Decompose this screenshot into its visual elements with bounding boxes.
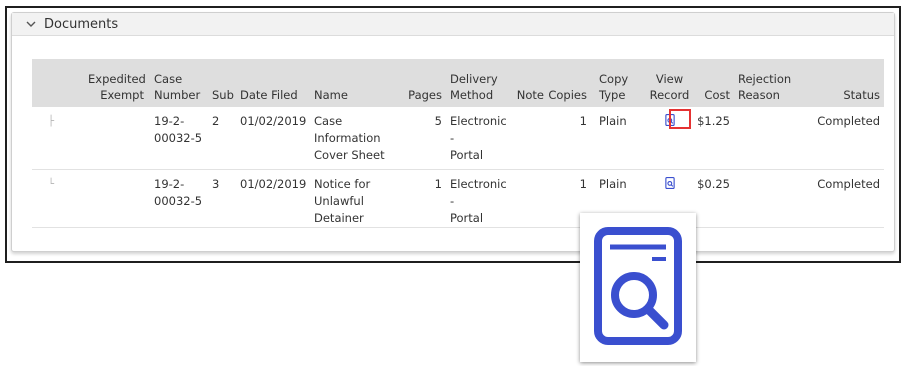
cell-pages: 1 xyxy=(434,177,442,191)
view-record-highlight xyxy=(669,109,691,129)
cell-copies: 1 xyxy=(579,114,587,128)
cell-delivery-method: Electronic - Portal xyxy=(450,114,507,162)
col-pages[interactable]: Pages xyxy=(397,87,442,103)
cell-date-filed: 01/02/2019 xyxy=(240,114,307,128)
cell-date-filed: 01/02/2019 xyxy=(240,177,307,191)
cell-cost: $1.25 xyxy=(697,114,730,128)
col-sub[interactable]: Sub xyxy=(208,87,240,103)
cell-cost: $0.25 xyxy=(697,177,730,191)
col-view-record[interactable]: View Record xyxy=(643,71,696,103)
panel-title: Documents xyxy=(44,16,119,32)
panel-header[interactable]: Documents xyxy=(12,13,894,36)
documents-table: Expedited Exempt Case Number Sub Date Fi… xyxy=(32,59,884,228)
cell-pages: 5 xyxy=(434,114,442,128)
col-expedited-exempt[interactable]: Expedited Exempt xyxy=(88,71,148,103)
cell-name: Notice for Unlawful Detainer xyxy=(314,177,371,225)
cell-copy-type: Plain xyxy=(599,177,627,191)
cell-copies: 1 xyxy=(579,177,587,191)
cell-delivery-method: Electronic - Portal xyxy=(450,177,507,225)
col-copies[interactable]: Copies xyxy=(544,87,587,103)
cell-sub: 2 xyxy=(212,114,220,128)
table-row[interactable]: ├ 19-2- 00032-5 2 01/02/2019 Case Inform… xyxy=(32,107,884,170)
table-row[interactable]: └ 19-2- 00032-5 3 01/02/2019 Notice for … xyxy=(32,170,884,228)
cell-view-record xyxy=(643,176,696,194)
documents-panel: Documents Expedited Exempt Case Number S… xyxy=(11,12,895,252)
chevron-down-icon[interactable] xyxy=(26,20,38,28)
cell-sub: 3 xyxy=(212,177,220,191)
col-rejection-reason[interactable]: Rejection Reason xyxy=(730,71,793,103)
cell-case-number: 19-2- 00032-5 xyxy=(154,177,203,208)
cell-status: Completed xyxy=(817,177,880,191)
screenshot-frame: Documents Expedited Exempt Case Number S… xyxy=(5,6,901,263)
col-cost[interactable]: Cost xyxy=(696,87,730,103)
col-case-number[interactable]: Case Number xyxy=(148,71,208,103)
view-record-icon-enlarged xyxy=(580,213,696,362)
cell-status: Completed xyxy=(817,114,880,128)
magnify-document-icon xyxy=(594,226,682,345)
col-name[interactable]: Name xyxy=(310,87,397,103)
tree-connector: └ xyxy=(48,179,55,190)
col-delivery-method[interactable]: Delivery Method xyxy=(442,71,508,103)
cell-copy-type: Plain xyxy=(599,114,627,128)
view-record-icon[interactable] xyxy=(664,176,676,190)
col-copy-type[interactable]: Copy Type xyxy=(587,71,643,103)
col-status[interactable]: Status xyxy=(793,87,884,103)
tree-connector: ├ xyxy=(48,116,55,127)
table-header-row: Expedited Exempt Case Number Sub Date Fi… xyxy=(32,59,884,107)
col-note[interactable]: Note xyxy=(508,87,544,103)
col-date-filed[interactable]: Date Filed xyxy=(240,87,310,103)
cell-case-number: 19-2- 00032-5 xyxy=(154,114,203,145)
cell-name: Case Information Cover Sheet xyxy=(314,114,385,162)
